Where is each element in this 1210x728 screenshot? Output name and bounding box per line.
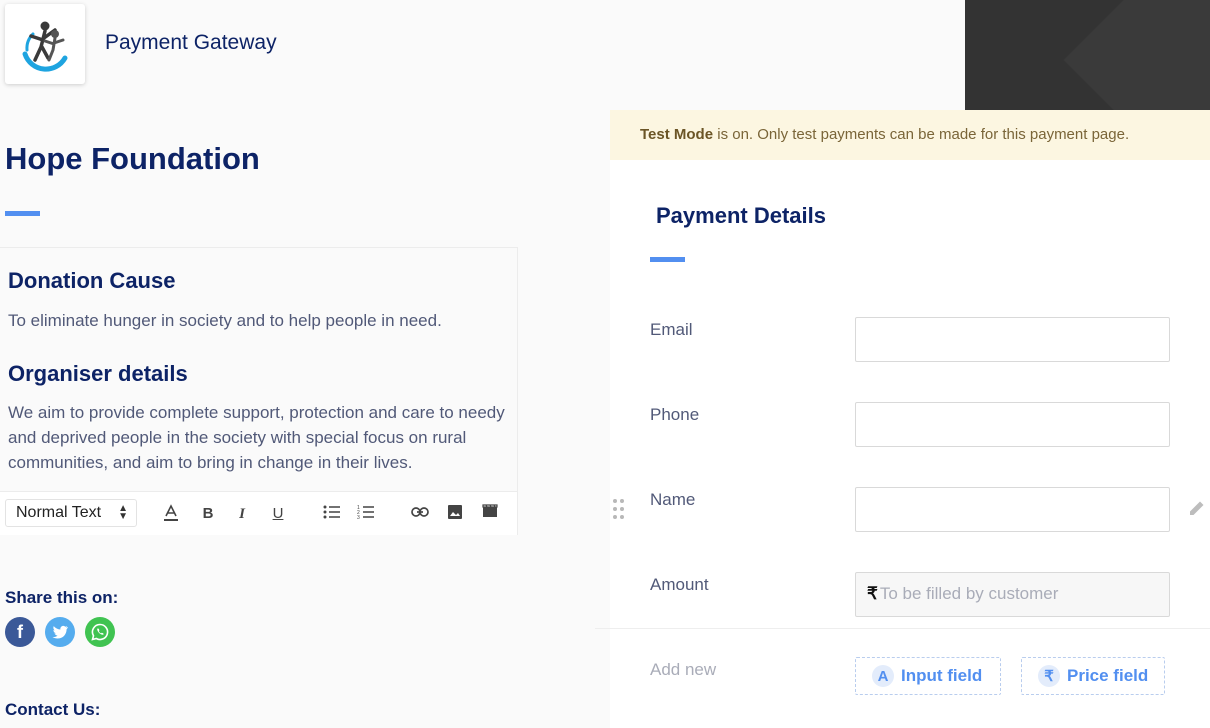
bold-icon[interactable]: B bbox=[198, 504, 218, 524]
svg-text:3: 3 bbox=[357, 515, 360, 520]
letter-a-icon: A bbox=[872, 665, 894, 687]
test-mode-text: is on. Only test payments can be made fo… bbox=[713, 126, 1130, 143]
link-icon[interactable] bbox=[410, 504, 430, 524]
test-mode-banner: Test Mode is on. Only test payments can … bbox=[610, 110, 1210, 160]
rupee-circle-icon: ₹ bbox=[1038, 665, 1060, 687]
editor-toolbar: Normal Text ▲ ▼ B I U 123 bbox=[0, 491, 517, 535]
logo bbox=[5, 4, 85, 84]
email-field[interactable] bbox=[855, 317, 1170, 362]
select-arrows-icon: ▲ ▼ bbox=[118, 503, 128, 522]
bullet-list-icon[interactable] bbox=[322, 504, 342, 524]
phone-field[interactable] bbox=[855, 402, 1170, 447]
page-title: Hope Foundation bbox=[5, 141, 260, 176]
people-logo-icon bbox=[22, 21, 68, 72]
add-price-field-button[interactable]: ₹ Price field bbox=[1021, 657, 1165, 695]
text-style-value: Normal Text bbox=[16, 504, 102, 521]
email-label: Email bbox=[650, 320, 693, 339]
facebook-icon[interactable]: f bbox=[5, 617, 35, 647]
test-mode-label: Test Mode bbox=[640, 126, 714, 143]
add-input-field-button[interactable]: A Input field bbox=[855, 657, 1001, 695]
amount-label: Amount bbox=[650, 575, 709, 594]
edit-pencil-icon[interactable] bbox=[1187, 498, 1209, 520]
share-title: Share this on: bbox=[5, 588, 119, 607]
organiser-text: We aim to provide complete support, prot… bbox=[8, 403, 505, 472]
cause-heading: Donation Cause bbox=[8, 268, 176, 293]
description-editor[interactable]: Donation Cause To eliminate hunger in so… bbox=[0, 247, 518, 535]
numbered-list-icon[interactable]: 123 bbox=[356, 504, 376, 524]
divider bbox=[595, 628, 1210, 629]
phone-label: Phone bbox=[650, 405, 700, 424]
payment-details-title: Payment Details bbox=[656, 203, 826, 228]
amount-placeholder: To be filled by customer bbox=[879, 584, 1059, 603]
organiser-heading: Organiser details bbox=[8, 361, 188, 386]
payment-panel: Test Mode is on. Only test payments can … bbox=[595, 110, 1210, 728]
background-graphic bbox=[965, 0, 1210, 110]
payment-details-underline bbox=[650, 257, 685, 262]
drag-handle-icon[interactable] bbox=[613, 499, 627, 521]
italic-icon[interactable]: I bbox=[232, 504, 252, 524]
twitter-icon[interactable] bbox=[45, 617, 75, 647]
whatsapp-icon[interactable] bbox=[85, 617, 115, 647]
name-field[interactable] bbox=[855, 487, 1170, 532]
amount-field: ₹ To be filled by customer bbox=[855, 572, 1170, 617]
underline-icon[interactable]: U bbox=[268, 504, 288, 524]
contact-title: Contact Us: bbox=[5, 700, 101, 719]
title-underline bbox=[5, 211, 40, 216]
brand-title: Payment Gateway bbox=[105, 31, 277, 54]
cause-text: To eliminate hunger in society and to he… bbox=[8, 311, 442, 330]
text-style-select[interactable]: Normal Text ▲ ▼ bbox=[5, 499, 137, 527]
add-new-label: Add new bbox=[650, 660, 717, 679]
name-label: Name bbox=[650, 490, 696, 509]
price-field-label: Price field bbox=[1067, 666, 1149, 685]
text-color-icon[interactable] bbox=[161, 504, 181, 524]
rupee-icon: ₹ bbox=[867, 584, 878, 603]
video-icon[interactable] bbox=[480, 504, 500, 524]
input-field-label: Input field bbox=[901, 666, 983, 685]
image-icon[interactable] bbox=[445, 504, 465, 524]
